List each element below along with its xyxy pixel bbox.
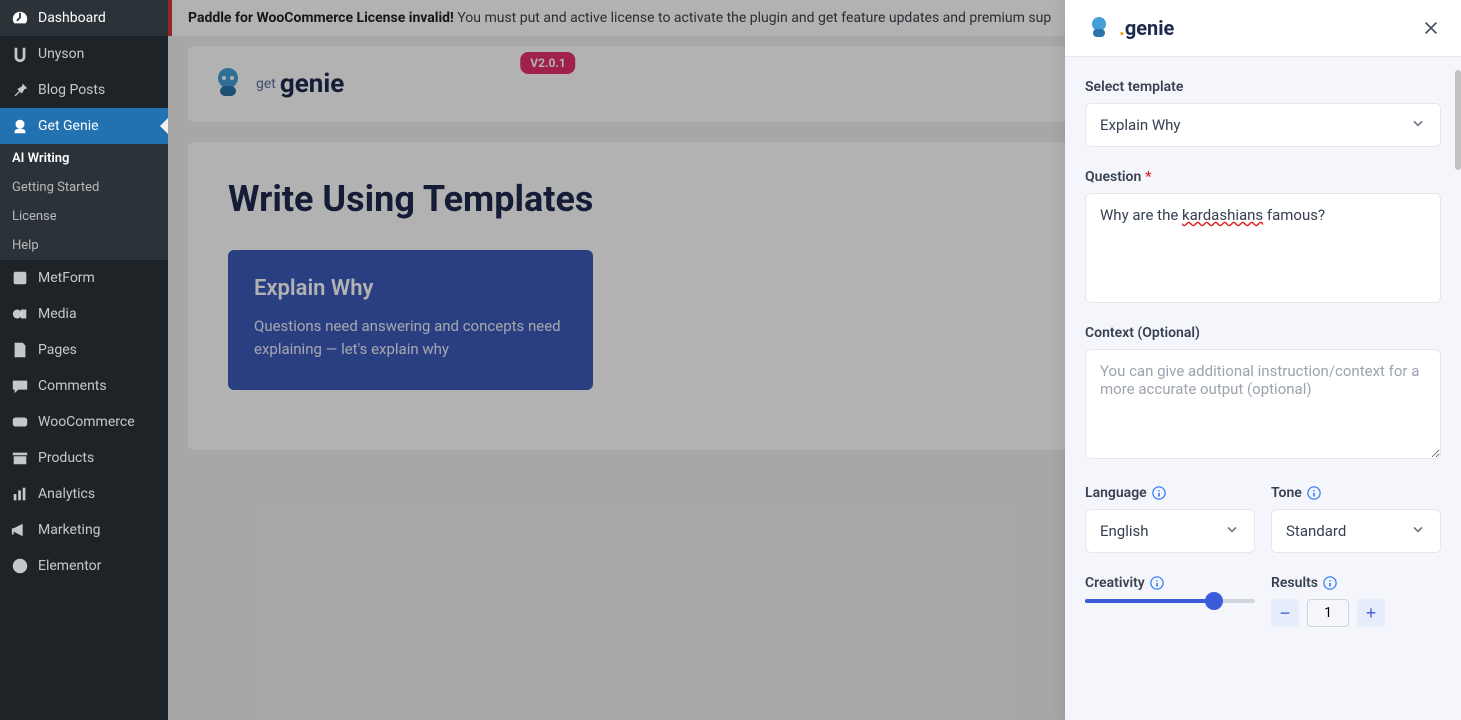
field-creativity: Creativity — [1085, 575, 1255, 627]
genie-mascot-icon — [208, 64, 248, 104]
slider-thumb[interactable] — [1205, 592, 1223, 610]
sidebar-item-metform[interactable]: MetForm — [0, 260, 168, 296]
elementor-icon — [10, 556, 30, 576]
template-card-title: Explain Why — [254, 276, 567, 301]
sidebar-item-label: Elementor — [38, 558, 101, 574]
field-template: Select template Explain Why — [1085, 79, 1441, 147]
template-card-desc: Questions need answering and concepts ne… — [254, 315, 567, 360]
context-input[interactable] — [1085, 349, 1441, 459]
field-tone: Tone Standard — [1271, 485, 1441, 553]
creativity-label: Creativity — [1085, 575, 1255, 591]
panel-header: .genie — [1065, 0, 1461, 57]
gauge-icon — [10, 8, 30, 28]
results-value[interactable]: 1 — [1307, 599, 1349, 627]
sidebar-item-label: Blog Posts — [38, 82, 105, 98]
sidebar-item-blog-posts[interactable]: Blog Posts — [0, 72, 168, 108]
sidebar-item-woocommerce[interactable]: WooCommerce — [0, 404, 168, 440]
creativity-slider[interactable] — [1085, 599, 1255, 603]
info-icon[interactable] — [1306, 485, 1322, 501]
tone-label: Tone — [1271, 485, 1441, 501]
chevron-down-icon — [1410, 521, 1426, 541]
sidebar-item-unyson[interactable]: Unyson — [0, 36, 168, 72]
pin-icon — [10, 80, 30, 100]
tone-value: Standard — [1286, 522, 1346, 540]
sidebar-item-label: Unyson — [38, 46, 84, 62]
genie-mascot-icon — [1085, 14, 1113, 42]
template-card-explain-why[interactable]: Explain Why Questions need answering and… — [228, 250, 593, 390]
close-button[interactable] — [1421, 18, 1441, 38]
form-icon — [10, 268, 30, 288]
page-icon — [10, 340, 30, 360]
field-language: Language English — [1085, 485, 1255, 553]
required-asterisk: * — [1145, 169, 1151, 185]
archive-icon — [10, 448, 30, 468]
sidebar-sub-ai-writing[interactable]: AI Writing — [0, 144, 168, 173]
megaphone-icon — [10, 520, 30, 540]
woo-icon — [10, 412, 30, 432]
brand-name: genie — [280, 69, 344, 99]
admin-sidebar: Dashboard Unyson Blog Posts Get Genie AI… — [0, 0, 168, 720]
results-increment-button[interactable]: + — [1357, 599, 1385, 627]
template-select-value: Explain Why — [1100, 116, 1181, 134]
results-decrement-button[interactable]: − — [1271, 599, 1299, 627]
question-input[interactable]: Why are the kardashians famous? — [1085, 193, 1441, 303]
bars-icon — [10, 484, 30, 504]
field-context: Context (Optional) — [1085, 325, 1441, 463]
context-label: Context (Optional) — [1085, 325, 1441, 341]
sidebar-item-products[interactable]: Products — [0, 440, 168, 476]
chevron-down-icon — [1410, 115, 1426, 135]
sidebar-item-pages[interactable]: Pages — [0, 332, 168, 368]
tone-select[interactable]: Standard — [1271, 509, 1441, 553]
notice-strong: Paddle for WooCommerce License invalid! — [188, 10, 454, 26]
sidebar-sub-license[interactable]: License — [0, 202, 168, 231]
info-icon[interactable] — [1151, 485, 1167, 501]
sidebar-item-comments[interactable]: Comments — [0, 368, 168, 404]
field-question: Question * Why are the kardashians famou… — [1085, 169, 1441, 303]
sidebar-item-label: WooCommerce — [38, 414, 135, 430]
field-results: Results − 1 + — [1271, 575, 1441, 627]
language-label: Language — [1085, 485, 1255, 501]
comment-icon — [10, 376, 30, 396]
media-icon — [10, 304, 30, 324]
sidebar-item-media[interactable]: Media — [0, 296, 168, 332]
genie-icon — [10, 116, 30, 136]
question-label: Question * — [1085, 169, 1441, 185]
results-label: Results — [1271, 575, 1441, 591]
sidebar-item-analytics[interactable]: Analytics — [0, 476, 168, 512]
sidebar-sub-getting-started[interactable]: Getting Started — [0, 173, 168, 202]
notice-text: You must put and active license to activ… — [454, 10, 1051, 26]
sidebar-item-marketing[interactable]: Marketing — [0, 512, 168, 548]
info-icon[interactable] — [1149, 575, 1165, 591]
panel-brand-name: .genie — [1119, 16, 1174, 40]
chevron-down-icon — [1224, 521, 1240, 541]
misspelled-word: kardashians — [1182, 206, 1263, 224]
sidebar-item-label: Media — [38, 306, 77, 322]
language-select[interactable]: English — [1085, 509, 1255, 553]
sidebar-item-label: Analytics — [38, 486, 95, 502]
sidebar-item-label: MetForm — [38, 270, 95, 286]
sidebar-item-get-genie[interactable]: Get Genie — [0, 108, 168, 144]
genie-logo: get genie — [208, 64, 344, 104]
sidebar-item-label: Get Genie — [38, 118, 99, 134]
sidebar-sub-help[interactable]: Help — [0, 231, 168, 260]
sidebar-item-label: Dashboard — [38, 10, 106, 26]
template-select[interactable]: Explain Why — [1085, 103, 1441, 147]
sidebar-item-label: Products — [38, 450, 94, 466]
info-icon[interactable] — [1322, 575, 1338, 591]
scrollbar[interactable] — [1455, 70, 1461, 170]
sidebar-item-label: Pages — [38, 342, 77, 358]
panel-logo: .genie — [1085, 14, 1174, 42]
language-value: English — [1100, 522, 1149, 540]
template-label: Select template — [1085, 79, 1441, 95]
sidebar-item-label: Comments — [38, 378, 107, 394]
sidebar-item-dashboard[interactable]: Dashboard — [0, 0, 168, 36]
version-badge: V2.0.1 — [520, 52, 575, 74]
sidebar-submenu: AI Writing Getting Started License Help — [0, 144, 168, 260]
panel-body: Select template Explain Why Question * W… — [1065, 57, 1461, 720]
sidebar-item-elementor[interactable]: Elementor — [0, 548, 168, 584]
unyson-icon — [10, 44, 30, 64]
genie-side-panel: .genie Select template Explain Why Quest… — [1065, 0, 1461, 720]
sidebar-item-label: Marketing — [38, 522, 101, 538]
